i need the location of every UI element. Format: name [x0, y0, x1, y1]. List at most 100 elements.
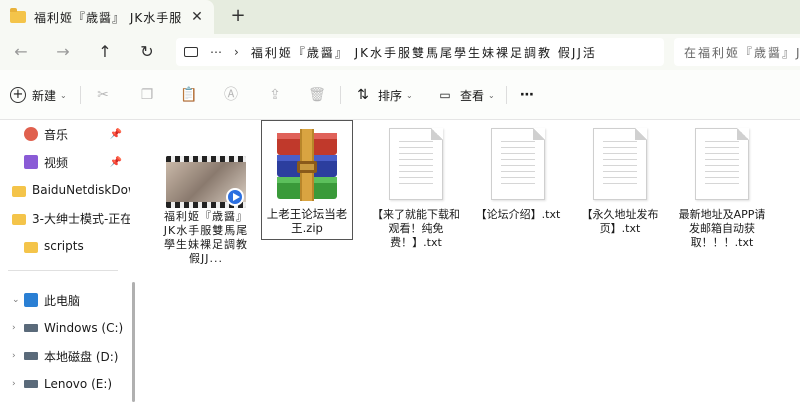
winrar-archive-icon [277, 129, 337, 201]
scissors-icon: ✂ [97, 87, 109, 103]
file-name: 【永久地址发布页】.txt [581, 208, 659, 235]
cut-button[interactable]: ✂ [94, 84, 112, 106]
back-button[interactable]: ← [10, 42, 32, 62]
chevron-down-icon: ⌄ [488, 90, 495, 100]
drive-icon [24, 380, 38, 388]
file-item-zip[interactable]: 上老王论坛当老王.zip [261, 120, 353, 240]
tab-title: 福利姬『歳醤』 JK水手服 [34, 10, 183, 25]
sidebar-divider [8, 270, 118, 271]
folder-icon [10, 8, 26, 23]
drive-icon [24, 352, 38, 360]
music-icon [24, 127, 38, 141]
share-button[interactable]: ⇪ [266, 84, 284, 106]
text-document-icon [695, 128, 749, 200]
sidebar-item-scripts[interactable]: scripts [0, 232, 130, 260]
more-options-button[interactable]: ⋯ [518, 84, 536, 106]
chevron-down-icon: ⌄ [60, 90, 67, 100]
sidebar-item-videos[interactable]: 视频 📌 [0, 148, 130, 176]
toolbar-divider [80, 86, 81, 104]
new-tab-button[interactable]: + [228, 6, 248, 26]
plus-circle-icon: + [10, 87, 26, 103]
chevron-right-icon[interactable]: › [12, 323, 24, 333]
sidebar-item-label: 3-大绅士模式-正在更新 [32, 211, 130, 226]
sort-label: 排序 [378, 88, 403, 103]
file-name: 福利姬『歳醤』 JK水手服雙馬尾學生妹裸足調教 假JJ... [163, 210, 249, 265]
command-bar: + 新建 ⌄ ✂ ❐ 📋 Ⓐ ⇪ 🗑 ⇅ 排序 ⌄ ▭ 查看 ⌄ ⋯ [0, 70, 800, 120]
tab-bar: 福利姬『歳醤』 JK水手服 ✕ + [0, 0, 800, 34]
sidebar-item-label: 音乐 [44, 127, 69, 142]
more-icon: ⋯ [520, 87, 534, 103]
drive-icon [24, 324, 38, 332]
video-thumbnail-icon [166, 156, 246, 208]
sidebar-item-label: 本地磁盘 (D:) [44, 349, 119, 364]
chevron-down-icon: ⌄ [406, 90, 413, 100]
forward-button[interactable]: → [52, 42, 74, 62]
text-document-icon [593, 128, 647, 200]
sidebar-item-drive-e[interactable]: › Lenovo (E:) [0, 370, 130, 398]
file-name: 【论坛介绍】.txt [475, 208, 561, 221]
play-icon [226, 188, 244, 206]
share-icon: ⇪ [269, 87, 281, 103]
up-button[interactable]: ↑ [94, 42, 116, 62]
text-document-icon [491, 128, 545, 200]
rename-icon: Ⓐ [224, 87, 238, 103]
breadcrumb-chevron-icon[interactable]: › [234, 45, 239, 59]
sidebar-item-label: Windows (C:) [44, 321, 124, 335]
folder-icon [24, 241, 38, 253]
sidebar-item-this-pc[interactable]: ⌄ 此电脑 [0, 286, 130, 314]
file-list: 福利姬『歳醤』 JK水手服雙馬尾學生妹裸足調教 假JJ... 上老王论坛当老王.… [142, 120, 800, 409]
file-name: 【来了就能下载和观看！纯免费！】.txt [372, 208, 460, 249]
file-name: 最新地址及APP请发邮箱自动获取！！！.txt [678, 208, 766, 249]
file-item-txt[interactable]: 最新地址及APP请发邮箱自动获取！！！.txt [676, 128, 768, 268]
file-item-video[interactable]: 福利姬『歳醤』 JK水手服雙馬尾學生妹裸足調教 假JJ... [160, 156, 252, 296]
refresh-button[interactable]: ↻ [136, 42, 158, 62]
toolbar-divider [506, 86, 507, 104]
file-item-txt[interactable]: 【来了就能下载和观看！纯免费！】.txt [370, 128, 462, 268]
computer-icon [24, 293, 38, 307]
view-icon: ▭ [439, 88, 451, 102]
toolbar-divider [340, 86, 341, 104]
file-item-txt[interactable]: 【论坛介绍】.txt [472, 128, 564, 268]
video-folder-icon [24, 155, 38, 169]
search-input[interactable]: 在福利姬『歳醤』JK [674, 38, 800, 66]
sidebar-item-gentleman-mode[interactable]: 3-大绅士模式-正在更新 [0, 204, 130, 232]
sidebar-item-label: 此电脑 [44, 293, 81, 308]
sidebar-item-music[interactable]: 音乐 📌 [0, 120, 130, 148]
chevron-right-icon[interactable]: › [12, 351, 24, 361]
sidebar-item-baidunetdisk[interactable]: BaiduNetdiskDownload [0, 176, 130, 204]
paste-button[interactable]: 📋 [180, 84, 198, 106]
delete-button[interactable]: 🗑 [308, 84, 326, 106]
address-row: ← → ↑ ↻ ⋯ › 福利姬『歳醤』 JK水手服雙馬尾學生妹裸足調教 假JJ活… [0, 34, 800, 70]
folder-icon [12, 185, 26, 197]
sidebar-item-label: BaiduNetdiskDownload [32, 183, 130, 197]
sidebar-item-drive-d[interactable]: › 本地磁盘 (D:) [0, 342, 130, 370]
chevron-down-icon[interactable]: ⌄ [12, 295, 24, 305]
sort-button[interactable]: ⇅ 排序 ⌄ [354, 84, 413, 106]
tab-current-folder[interactable]: 福利姬『歳醤』 JK水手服 ✕ [0, 0, 214, 34]
address-path[interactable]: 福利姬『歳醤』 JK水手服雙馬尾學生妹裸足調教 假JJ活 [251, 44, 664, 61]
clipboard-icon: 📋 [180, 87, 198, 103]
view-button[interactable]: ▭ 查看 ⌄ [436, 84, 495, 106]
view-label: 查看 [460, 88, 485, 103]
sidebar-scrollbar[interactable] [132, 282, 135, 402]
folder-icon [12, 213, 26, 225]
copy-button[interactable]: ❐ [138, 84, 156, 106]
pc-icon [184, 47, 198, 57]
sidebar-item-label: scripts [44, 239, 84, 253]
sidebar-item-drive-c[interactable]: › Windows (C:) [0, 314, 130, 342]
new-label: 新建 [32, 88, 57, 103]
file-item-txt[interactable]: 【永久地址发布页】.txt [574, 128, 666, 268]
close-tab-icon[interactable]: ✕ [188, 8, 206, 26]
text-document-icon [389, 128, 443, 200]
address-bar[interactable]: ⋯ › 福利姬『歳醤』 JK水手服雙馬尾學生妹裸足調教 假JJ活 [176, 38, 664, 66]
file-name: 上老王论坛当老王.zip [266, 207, 348, 235]
sort-icon: ⇅ [357, 87, 369, 103]
rename-button[interactable]: Ⓐ [222, 84, 240, 106]
new-button[interactable]: + 新建 ⌄ [10, 84, 67, 106]
pin-icon: 📌 [109, 128, 122, 140]
address-more[interactable]: ⋯ [210, 45, 222, 59]
sidebar-item-label: 视频 [44, 155, 69, 170]
trash-icon: 🗑 [308, 87, 326, 103]
pin-icon: 📌 [109, 156, 122, 168]
chevron-right-icon[interactable]: › [12, 379, 24, 389]
